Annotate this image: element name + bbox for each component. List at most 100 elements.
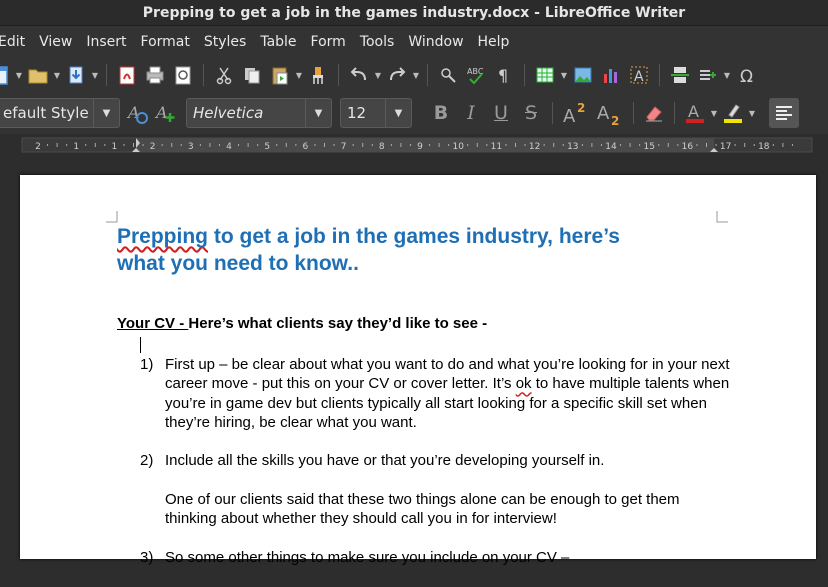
new-document-icon[interactable] <box>0 63 12 87</box>
ruler-tick-label: 1 <box>73 142 79 152</box>
toolbar-separator <box>524 64 525 86</box>
list-item: 1) First up – be clear about what you wa… <box>140 355 730 432</box>
clear-formatting-icon[interactable] <box>642 101 666 125</box>
ruler-tick-mark <box>47 144 49 146</box>
italic-icon[interactable]: I <box>456 98 486 128</box>
menu-form[interactable]: Form <box>304 34 353 50</box>
ruler-tick-mark <box>782 143 784 147</box>
ruler-tick-mark <box>677 144 679 146</box>
ruler-tick-mark <box>515 143 516 147</box>
list-item-text: Include all the skills you have or that … <box>165 452 605 470</box>
redo-icon[interactable] <box>385 63 409 87</box>
menu-table[interactable]: Table <box>253 34 303 50</box>
spelling-icon[interactable]: ABC <box>464 63 488 87</box>
export-pdf-icon[interactable] <box>115 63 139 87</box>
formatting-marks-icon[interactable]: ¶ <box>492 63 516 87</box>
paragraph-style-value: efault Style <box>3 104 89 122</box>
document-page[interactable]: Prepping to get a job in the games indus… <box>20 175 816 566</box>
page-corner-mark <box>106 211 118 223</box>
highlight-dropdown-icon[interactable]: ▼ <box>747 101 757 125</box>
svg-text:A: A <box>563 106 576 126</box>
insert-page-break-icon[interactable] <box>668 63 692 87</box>
insert-table-icon[interactable] <box>533 63 557 87</box>
ruler-tick-mark <box>600 144 602 146</box>
highlight-color-icon[interactable] <box>721 101 745 125</box>
font-name-value: Helvetica <box>193 104 264 122</box>
ruler-tick-mark <box>56 143 58 147</box>
ruler-tick-label: 5 <box>264 142 270 152</box>
clone-formatting-icon[interactable] <box>306 63 330 87</box>
open-dropdown-icon[interactable]: ▼ <box>52 63 62 87</box>
ruler-tick-label: 6 <box>303 142 309 152</box>
save-icon[interactable] <box>64 63 88 87</box>
insert-textbox-icon[interactable]: A <box>627 63 651 87</box>
ruler-tick-mark <box>133 143 134 147</box>
menu-edit[interactable]: Edit <box>0 34 32 50</box>
chevron-down-icon[interactable]: ▼ <box>93 99 119 127</box>
title-line1-rest: to get a job in the games industry, here… <box>208 225 620 248</box>
undo-dropdown-icon[interactable]: ▼ <box>373 63 383 87</box>
menu-format[interactable]: Format <box>134 34 197 50</box>
new-style-icon[interactable]: A <box>154 101 178 125</box>
new-dropdown-icon[interactable]: ▼ <box>14 63 24 87</box>
menu-styles[interactable]: Styles <box>197 34 253 50</box>
insert-image-icon[interactable] <box>571 63 595 87</box>
insert-special-char-icon[interactable]: Ω <box>734 63 758 87</box>
bold-icon[interactable]: B <box>426 98 456 128</box>
menu-help[interactable]: Help <box>471 34 517 50</box>
strikethrough-icon[interactable]: S <box>516 98 546 128</box>
update-style-icon[interactable]: A <box>126 101 150 125</box>
ruler-tick-label: 12 <box>529 142 540 152</box>
copy-icon[interactable] <box>240 63 264 87</box>
ruler-tick-mark <box>238 144 240 146</box>
menu-window[interactable]: Window <box>401 34 470 50</box>
font-name-combo[interactable]: Helvetica ▼ <box>186 98 332 128</box>
toolbar-separator <box>674 102 675 124</box>
font-size-combo[interactable]: 12 ▼ <box>340 98 412 128</box>
chevron-down-icon[interactable]: ▼ <box>385 99 411 127</box>
ruler-tick-mark <box>333 144 335 146</box>
paste-icon[interactable] <box>268 63 292 87</box>
svg-text:A: A <box>154 103 168 122</box>
save-dropdown-icon[interactable]: ▼ <box>90 63 100 87</box>
print-preview-icon[interactable] <box>171 63 195 87</box>
insert-table-dropdown-icon[interactable]: ▼ <box>559 63 569 87</box>
ruler-tick-mark <box>429 144 431 146</box>
insert-field-icon[interactable] <box>696 63 720 87</box>
menu-insert[interactable]: Insert <box>79 34 133 50</box>
underline-icon[interactable]: U <box>486 98 516 128</box>
horizontal-ruler[interactable]: 2 1 1 2 3 4 5 6 7 8 9 10 11 12 13 14 15 16 17 18 <box>0 134 828 156</box>
paste-dropdown-icon[interactable]: ▼ <box>294 63 304 87</box>
font-color-dropdown-icon[interactable]: ▼ <box>709 101 719 125</box>
paragraph-style-combo[interactable]: efault Style ▼ <box>0 98 120 128</box>
undo-icon[interactable] <box>347 63 371 87</box>
window-title: Prepping to get a job in the games indus… <box>142 4 686 21</box>
subscript-icon[interactable]: A2 <box>595 101 625 126</box>
ruler-tick-mark <box>161 144 163 146</box>
ruler-tick-mark <box>505 144 507 146</box>
list-item: 2) Include all the skills you have or th… <box>140 451 730 528</box>
ruler-tick-mark <box>199 144 201 146</box>
insert-field-dropdown-icon[interactable]: ▼ <box>722 63 732 87</box>
find-replace-icon[interactable] <box>436 63 460 87</box>
font-color-icon[interactable]: A <box>683 101 707 125</box>
align-left-icon[interactable] <box>769 98 799 128</box>
chevron-down-icon[interactable]: ▼ <box>305 99 331 127</box>
ruler-tick-mark <box>744 143 746 147</box>
menu-tools[interactable]: Tools <box>353 34 402 50</box>
superscript-icon[interactable]: A2 <box>561 101 591 126</box>
print-icon[interactable] <box>143 63 167 87</box>
open-folder-icon[interactable] <box>26 63 50 87</box>
ruler-tick-mark <box>553 143 555 147</box>
svg-text:A: A <box>597 103 610 124</box>
ruler-tick-mark <box>448 144 450 146</box>
redo-dropdown-icon[interactable]: ▼ <box>411 63 421 87</box>
ruler-tick-mark <box>753 144 755 146</box>
ruler-tick-mark <box>104 144 106 146</box>
ruler-tick-mark <box>180 144 182 146</box>
menu-view[interactable]: View <box>32 34 79 50</box>
ruler-tick-mark <box>171 143 173 147</box>
insert-chart-icon[interactable] <box>599 63 623 87</box>
ruler-tick-label: 2 <box>35 142 41 152</box>
cut-icon[interactable] <box>212 63 236 87</box>
